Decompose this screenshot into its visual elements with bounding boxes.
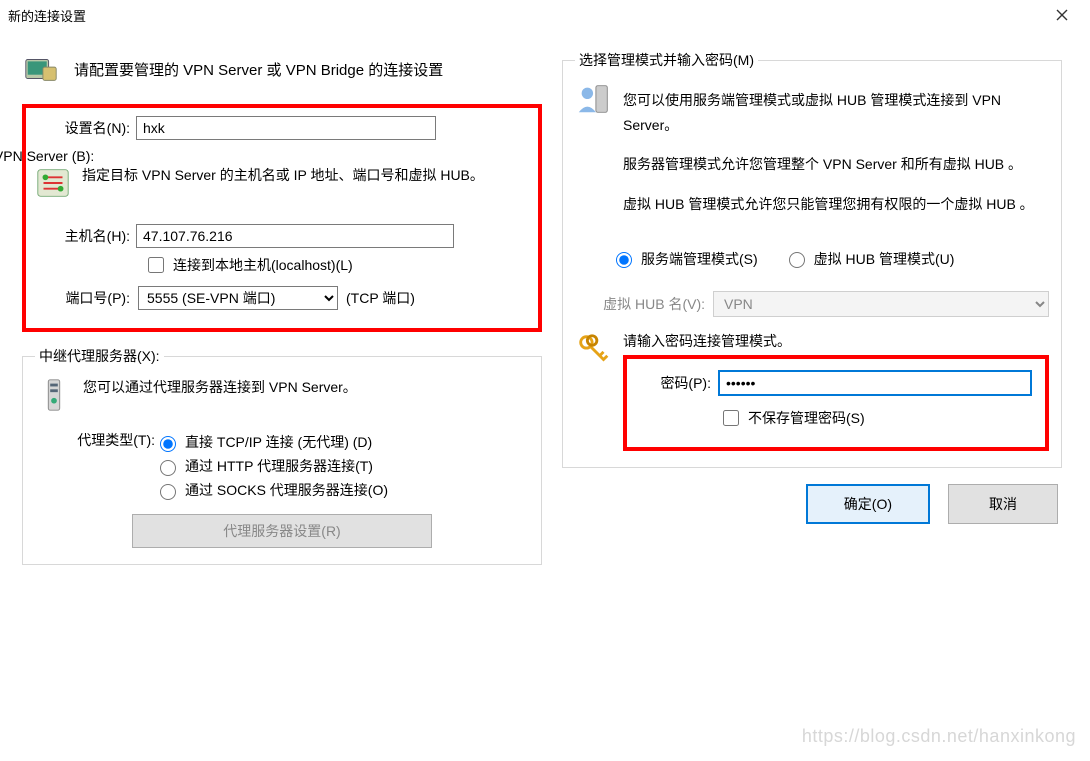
proxy-settings-button: 代理服务器设置(R) bbox=[132, 514, 432, 548]
port-label: 端口号(P): bbox=[34, 288, 130, 308]
keys-icon bbox=[575, 331, 613, 369]
proxy-direct-label: 直接 TCP/IP 连接 (无代理) (D) bbox=[185, 432, 372, 452]
proxy-direct-radio[interactable] bbox=[160, 436, 176, 452]
mode-hub-radio[interactable] bbox=[789, 252, 805, 268]
mode-fieldset: 选择管理模式并输入密码(M) 您可以使用服务端管理模式或虚拟 HUB 管理模式连… bbox=[562, 50, 1062, 468]
proxy-desc: 您可以通过代理服务器连接到 VPN Server。 bbox=[83, 376, 529, 414]
proxy-http-radio[interactable] bbox=[160, 460, 176, 476]
mode-p1: 您可以使用服务端管理模式或虚拟 HUB 管理模式连接到 VPN Server。 bbox=[623, 88, 1049, 138]
window-title: 新的连接设置 bbox=[8, 6, 1042, 25]
network-icon bbox=[34, 164, 72, 202]
hub-name-select: VPN bbox=[713, 291, 1049, 317]
server-icon bbox=[22, 50, 60, 88]
highlight-password-box: 密码(P): 不保存管理密码(S) bbox=[623, 355, 1049, 451]
mode-hub-label: 虚拟 HUB 管理模式(U) bbox=[814, 249, 955, 269]
target-desc: 指定目标 VPN Server 的主机名或 IP 地址、端口号和虚拟 HUB。 bbox=[82, 164, 530, 202]
proxy-socks-label: 通过 SOCKS 代理服务器连接(O) bbox=[185, 480, 388, 500]
user-server-icon bbox=[575, 80, 613, 118]
mode-legend: 选择管理模式并输入密码(M) bbox=[575, 50, 758, 70]
proxy-http-label: 通过 HTTP 代理服务器连接(T) bbox=[185, 456, 373, 476]
tower-icon bbox=[35, 376, 73, 414]
mode-p3: 虚拟 HUB 管理模式允许您只能管理您拥有权限的一个虚拟 HUB 。 bbox=[623, 192, 1049, 217]
close-icon bbox=[1056, 9, 1068, 21]
nosave-password-checkbox[interactable] bbox=[723, 410, 739, 426]
cancel-button[interactable]: 取消 bbox=[948, 484, 1058, 524]
mode-server-label: 服务端管理模式(S) bbox=[641, 249, 758, 269]
ok-button[interactable]: 确定(O) bbox=[806, 484, 930, 524]
setting-name-input[interactable] bbox=[136, 116, 436, 140]
target-legend: 目标 VPN Server (B): bbox=[0, 146, 94, 166]
port-select[interactable]: 5555 (SE-VPN 端口) bbox=[138, 286, 338, 310]
intro-text: 请配置要管理的 VPN Server 或 VPN Bridge 的连接设置 bbox=[74, 59, 443, 80]
port-suffix: (TCP 端口) bbox=[346, 288, 415, 308]
host-label: 主机名(H): bbox=[34, 226, 130, 246]
localhost-checkbox[interactable] bbox=[148, 257, 164, 273]
proxy-fieldset: 中继代理服务器(X): 您可以通过代理服务器连接到 VPN Server。 代理… bbox=[22, 346, 542, 565]
proxy-legend: 中继代理服务器(X): bbox=[35, 346, 164, 366]
watermark: https://blog.csdn.net/hanxinkong bbox=[802, 726, 1076, 747]
proxy-type-label: 代理类型(T): bbox=[35, 428, 155, 504]
password-label: 密码(P): bbox=[641, 373, 711, 393]
localhost-label: 连接到本地主机(localhost)(L) bbox=[173, 255, 353, 275]
host-input[interactable] bbox=[136, 224, 454, 248]
nosave-password-label: 不保存管理密码(S) bbox=[748, 408, 865, 428]
mode-p2: 服务器管理模式允许您管理整个 VPN Server 和所有虚拟 HUB 。 bbox=[623, 152, 1049, 177]
pass-prompt: 请输入密码连接管理模式。 bbox=[623, 331, 1049, 351]
close-button[interactable] bbox=[1042, 1, 1082, 29]
password-input[interactable] bbox=[719, 371, 1031, 395]
setting-name-label: 设置名(N): bbox=[38, 118, 130, 138]
highlight-target-box: 设置名(N): 目标 VPN Server (B): 指定目标 VPN Serv… bbox=[22, 104, 542, 332]
mode-server-radio[interactable] bbox=[616, 252, 632, 268]
hub-name-label: 虚拟 HUB 名(V): bbox=[575, 294, 705, 314]
proxy-socks-radio[interactable] bbox=[160, 484, 176, 500]
